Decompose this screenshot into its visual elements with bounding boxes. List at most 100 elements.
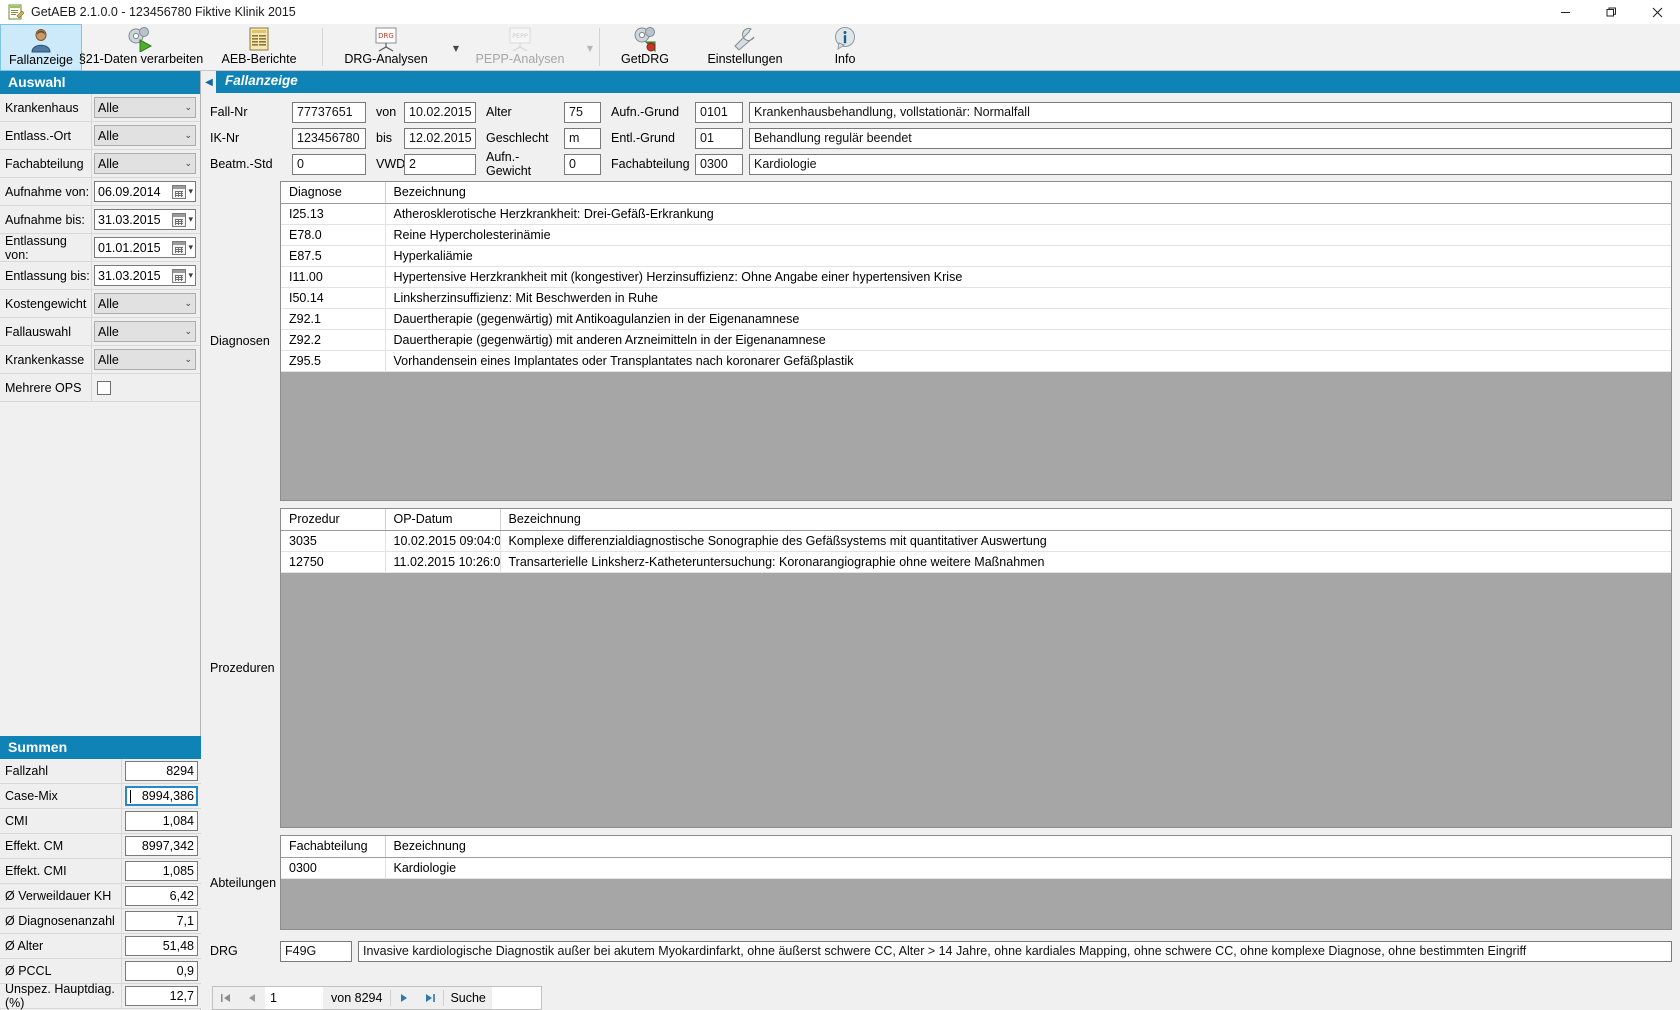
window-controls <box>1542 0 1680 24</box>
summen-value-input[interactable]: 1,085 <box>125 861 198 881</box>
filter-datepicker[interactable]: 01.01.2015 ▾ <box>94 237 196 258</box>
table-row[interactable]: E87.5 Hyperkaliämie <box>281 245 1671 267</box>
fall-nr-input[interactable]: 77737651 <box>292 101 366 123</box>
next-record-button[interactable] <box>391 987 417 1009</box>
summen-value-input[interactable]: 51,48 <box>125 936 198 956</box>
last-record-button[interactable] <box>417 987 443 1009</box>
calendar-icon[interactable] <box>172 212 187 227</box>
search-label[interactable]: Suche <box>444 991 491 1005</box>
vwd-label: VWD <box>376 157 406 171</box>
column-header[interactable]: Prozedur <box>281 509 386 531</box>
table-cell: Dauertherapie (gegenwärtig) mit anderen … <box>385 329 1671 351</box>
title-bar: GetAEB 2.1.0.0 - 123456780 Fiktive Klini… <box>0 0 1680 24</box>
close-button[interactable] <box>1634 0 1680 24</box>
table-row[interactable]: Z92.2 Dauertherapie (gegenwärtig) mit and… <box>281 329 1671 351</box>
table-row[interactable]: I50.14 Linksherzinsuffizienz: Mit Beschwe… <box>281 287 1671 309</box>
drg-text-input[interactable]: Invasive kardiologische Diagnostik außer… <box>358 940 1672 962</box>
table-row[interactable]: 3035 10.02.2015 09:04:00 Komplexe differen… <box>281 530 1671 552</box>
filter-datepicker[interactable]: 06.09.2014 ▾ <box>94 181 196 202</box>
table-row[interactable]: 0300 Kardiologie <box>281 857 1671 879</box>
column-header[interactable]: Diagnose <box>281 182 386 204</box>
fachabteilung-text[interactable]: Kardiologie <box>749 153 1672 175</box>
filter-combobox[interactable]: Alle ⌄ <box>94 125 196 146</box>
diagnosen-label: Diagnosen <box>210 334 270 348</box>
column-header[interactable]: Bezeichnung <box>385 836 1671 858</box>
column-header[interactable]: OP-Datum <box>385 509 501 531</box>
vwd-input[interactable]: 2 <box>404 153 476 175</box>
summen-value-input[interactable]: 1,084 <box>125 811 198 831</box>
entl-grund-text[interactable]: Behandlung regulär beendet <box>749 127 1672 149</box>
ik-nr-input[interactable]: 123456780 <box>292 127 366 149</box>
filter-combobox[interactable]: Alle ⌄ <box>94 153 196 174</box>
ribbon-item-drg-analysen[interactable]: DRG DRG-Analysen <box>327 24 445 71</box>
abteilungen-table: Fachabteilung Bezeichnung 0300 Kardiologie <box>281 836 1671 879</box>
table-cell: Z95.5 <box>281 350 386 372</box>
chevron-down-icon[interactable]: ▾ <box>188 215 193 225</box>
entl-grund-input[interactable]: 01 <box>695 127 743 149</box>
ribbon-item-pepp-analysen[interactable]: PEPP PEPP-Analysen <box>461 24 579 71</box>
column-header[interactable]: Fachabteilung <box>281 836 386 858</box>
ribbon-item-getdrg[interactable]: GetDRG <box>604 24 686 71</box>
ribbon-item-info[interactable]: Info <box>804 24 886 71</box>
summen-value-input[interactable]: 8994,386 <box>125 786 198 806</box>
filter-combobox[interactable]: Alle ⌄ <box>94 321 196 342</box>
ribbon-item-s21-daten-verarbeiten[interactable]: §21-Daten verarbeiten <box>79 24 203 71</box>
summen-value-input[interactable]: 6,42 <box>125 886 198 906</box>
aufn-grund-input[interactable]: 0101 <box>695 101 743 123</box>
first-record-button[interactable] <box>213 987 239 1009</box>
previous-record-button[interactable] <box>239 987 265 1009</box>
summen-value-input[interactable]: 7,1 <box>125 911 198 931</box>
table-row[interactable]: Z92.1 Dauertherapie (gegenwärtig) mit Ant… <box>281 308 1671 330</box>
ribbon-label: Info <box>834 52 856 66</box>
diagnosen-grid[interactable]: Diagnose Bezeichnung I25.13 Atheroskleroti… <box>280 181 1672 501</box>
ribbon-item-fallanzeige[interactable]: Fallanzeige <box>0 24 82 71</box>
ribbon-item-einstellungen[interactable]: Einstellungen <box>686 24 804 71</box>
aufn-gewicht-input[interactable]: 0 <box>564 153 601 175</box>
summen-value-input[interactable]: 8997,342 <box>125 836 198 856</box>
search-input[interactable] <box>491 987 541 1009</box>
column-header[interactable]: Bezeichnung <box>500 509 1671 531</box>
ribbon-item-aeb-berichte[interactable]: AEB-Berichte <box>200 24 318 71</box>
aufnahme-datum-input[interactable]: 10.02.2015 <box>404 101 476 123</box>
filter-label: Aufnahme bis: <box>0 206 92 234</box>
geschlecht-input[interactable]: m <box>564 127 601 149</box>
column-header[interactable]: Bezeichnung <box>385 182 1671 204</box>
combobox-value: Alle <box>98 296 119 311</box>
chevron-down-icon[interactable]: ▾ <box>188 243 193 253</box>
alter-input[interactable]: 75 <box>564 101 601 123</box>
prozeduren-section: Prozeduren Prozedur OP-Datum Bezeichnung 3… <box>202 508 1680 828</box>
calendar-icon[interactable] <box>172 240 187 255</box>
filter-combobox[interactable]: Alle ⌄ <box>94 349 196 370</box>
summen-value-input[interactable]: 12,7 <box>125 986 198 1006</box>
summen-value-input[interactable]: 8294 <box>125 761 198 781</box>
collapse-sidebar-button[interactable]: ◀ <box>202 71 216 93</box>
fachabteilung-input[interactable]: 0300 <box>695 153 743 175</box>
main-content: ◀ Fallanzeige Fall-Nr 77737651 von 10.02… <box>202 71 1680 1010</box>
summen-value-input[interactable]: 0,9 <box>125 961 198 981</box>
table-row[interactable]: Z95.5 Vorhandensein eines Implantates ode… <box>281 350 1671 372</box>
entlass-datum-input[interactable]: 12.02.2015 <box>404 127 476 149</box>
drg-code-input[interactable]: F49G <box>280 940 352 962</box>
filter-datepicker[interactable]: 31.03.2015 ▾ <box>94 209 196 230</box>
chevron-down-icon[interactable]: ▾ <box>188 271 193 281</box>
prozeduren-grid[interactable]: Prozedur OP-Datum Bezeichnung 3035 10.02.20… <box>280 508 1672 828</box>
minimize-button[interactable] <box>1542 0 1588 24</box>
filter-combobox[interactable]: Alle ⌄ <box>94 97 196 118</box>
abteilungen-grid[interactable]: Fachabteilung Bezeichnung 0300 Kardiologie <box>280 835 1672 930</box>
maximize-restore-button[interactable] <box>1588 0 1634 24</box>
table-row[interactable]: 12750 11.02.2015 10:26:00 Transarterielle … <box>281 551 1671 573</box>
filter-datepicker[interactable]: 31.03.2015 ▾ <box>94 265 196 286</box>
current-page-input[interactable]: 1 <box>265 987 323 1009</box>
calendar-icon[interactable] <box>172 184 187 199</box>
mehrere-ops-checkbox[interactable] <box>97 380 111 395</box>
aufn-grund-text[interactable]: Krankenhausbehandlung, vollstationär: No… <box>749 101 1672 123</box>
calendar-icon[interactable] <box>172 268 187 283</box>
beatm-std-input[interactable]: 0 <box>292 153 366 175</box>
table-row[interactable]: I11.00 Hypertensive Herzkrankheit mit (ko… <box>281 266 1671 288</box>
table-row[interactable]: I25.13 Atherosklerotische Herzkrankheit: … <box>281 203 1671 225</box>
filter-combobox[interactable]: Alle ⌄ <box>94 293 196 314</box>
table-row[interactable]: E78.0 Reine Hypercholesterinämie <box>281 224 1671 246</box>
drg-analysen-dropdown[interactable]: ▼ <box>445 24 461 71</box>
chevron-down-icon[interactable]: ▾ <box>188 187 193 197</box>
datepicker-value: 31.03.2015 <box>98 268 161 283</box>
